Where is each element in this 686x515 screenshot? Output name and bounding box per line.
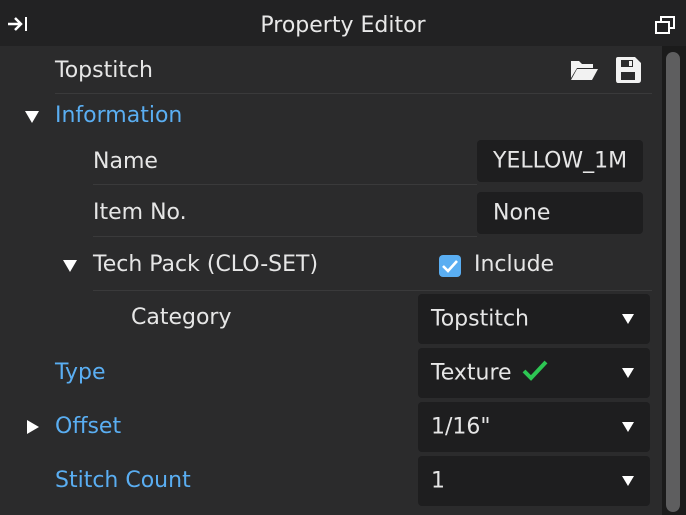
offset-value: 1/16" xyxy=(431,414,491,440)
divider xyxy=(93,290,652,291)
header-row: Topstitch xyxy=(0,46,662,94)
information-label: Information xyxy=(55,103,183,128)
name-label: Name xyxy=(93,149,158,174)
stitch-count-row: Stitch Count 1 xyxy=(0,454,662,508)
offset-row: Offset 1/16" xyxy=(0,400,662,454)
information-section[interactable]: Information xyxy=(0,94,662,140)
collapse-right-icon[interactable] xyxy=(27,420,39,434)
type-row: Type Texture xyxy=(0,346,662,400)
vertical-scrollbar[interactable] xyxy=(662,46,686,515)
include-label: Include xyxy=(474,252,555,277)
folder-open-icon[interactable] xyxy=(569,56,599,86)
name-field[interactable]: YELLOW_1M xyxy=(477,140,643,182)
type-value: Texture xyxy=(431,360,512,386)
dropdown-caret-icon xyxy=(622,314,634,324)
float-window-icon[interactable] xyxy=(654,15,676,35)
category-label: Category xyxy=(131,305,232,330)
item-no-field[interactable]: None xyxy=(477,192,643,234)
type-dropdown[interactable]: Texture xyxy=(418,348,650,398)
include-checkbox[interactable] xyxy=(439,255,461,277)
name-value: YELLOW_1M xyxy=(493,148,628,174)
stitch-count-value: 1 xyxy=(431,468,445,494)
category-value: Topstitch xyxy=(431,306,529,332)
stitch-count-dropdown[interactable]: 1 xyxy=(418,456,650,506)
scrollbar-thumb[interactable] xyxy=(666,52,680,512)
expand-down-icon[interactable] xyxy=(63,260,77,272)
title-bar: Property Editor xyxy=(0,0,686,46)
item-no-label: Item No. xyxy=(93,200,187,225)
divider xyxy=(93,236,477,237)
divider xyxy=(93,184,477,185)
tech-pack-label: Tech Pack (CLO-SET) xyxy=(93,252,319,277)
checkmark-icon xyxy=(522,360,548,388)
offset-dropdown[interactable]: 1/16" xyxy=(418,402,650,452)
property-panel: Topstitch Information Name YELLOW_1M Ite… xyxy=(0,46,662,515)
offset-label: Offset xyxy=(55,414,122,439)
expand-down-icon[interactable] xyxy=(25,111,39,123)
name-row: Name YELLOW_1M xyxy=(0,140,662,186)
category-dropdown[interactable]: Topstitch xyxy=(418,294,650,344)
dropdown-caret-icon xyxy=(622,422,634,432)
save-icon[interactable] xyxy=(614,56,642,88)
window-title: Property Editor xyxy=(260,13,426,38)
item-no-row: Item No. None xyxy=(0,192,662,238)
stitch-count-label: Stitch Count xyxy=(55,468,191,493)
item-name: Topstitch xyxy=(55,58,153,83)
category-row: Category Topstitch xyxy=(0,292,662,344)
tech-pack-row: Tech Pack (CLO-SET) Include xyxy=(0,244,662,291)
dropdown-caret-icon xyxy=(622,368,634,378)
item-no-value: None xyxy=(493,200,551,226)
type-label: Type xyxy=(55,360,106,385)
dropdown-caret-icon xyxy=(622,476,634,486)
